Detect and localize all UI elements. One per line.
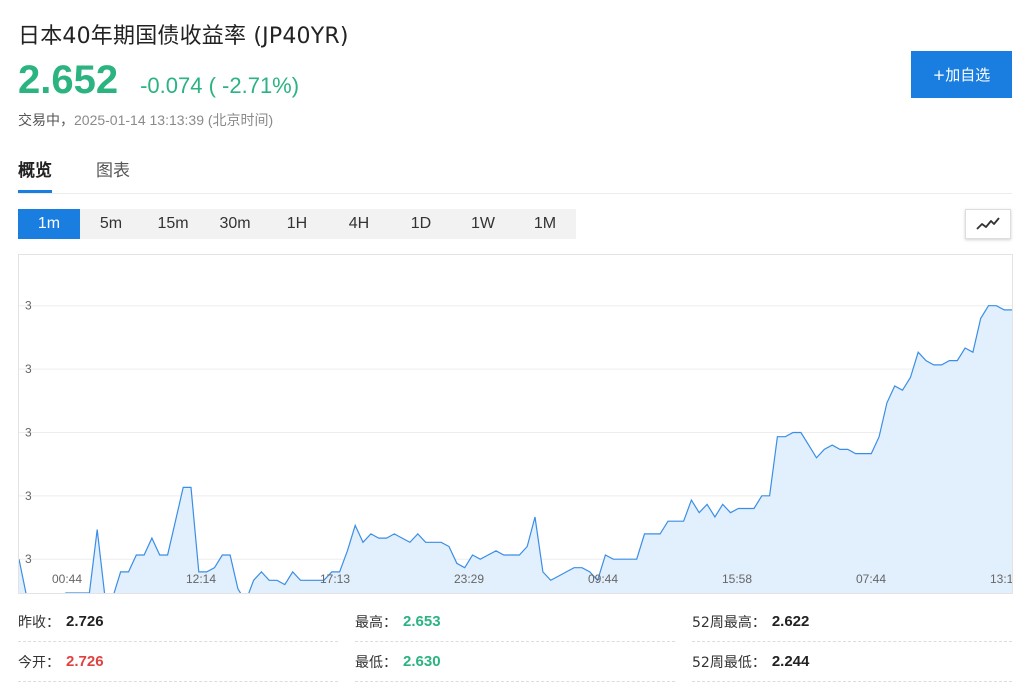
stat-value: 2.726 (66, 653, 104, 670)
trading-status: 交易中，2025-01-14 13:13:39 (北京时间) (18, 110, 273, 130)
y-tick-label: 3 (25, 362, 32, 376)
y-tick-label: 3 (25, 425, 32, 439)
period-1h[interactable]: 1H (266, 209, 328, 239)
y-tick-label: 3 (25, 299, 32, 313)
stat-label: 昨收： (18, 614, 60, 631)
stat-low: 最低： 2.630 (355, 642, 675, 682)
stat-value: 2.653 (403, 613, 441, 630)
period-1mo[interactable]: 1M (514, 209, 576, 239)
stat-open: 今开： 2.726 (18, 642, 338, 682)
chart-svg: 3 3 3 3 3 00:44 12:14 17:13 23:29 09:44 15:58 07:4… (19, 299, 1012, 593)
stat-52w-high: 52周最高： 2.622 (692, 602, 1012, 642)
x-tick-label: 09:44 (588, 572, 618, 586)
tab-bar: 概览 图表 (18, 156, 174, 193)
stat-high: 最高： 2.653 (355, 602, 675, 642)
x-tick-label: 17:13 (320, 572, 350, 586)
price-chart[interactable]: 3 3 3 3 3 00:44 12:14 17:13 23:29 09:44 15:58 07:4… (18, 254, 1013, 594)
price-row: 2.652 -0.074 ( -2.71%) (18, 58, 299, 103)
stat-label: 今开： (18, 654, 60, 671)
stat-label: 52周最高： (692, 614, 766, 631)
status-label: 交易中， (18, 113, 74, 129)
line-chart-icon (976, 217, 1000, 230)
period-1w[interactable]: 1W (452, 209, 514, 239)
page-title: 日本40年期国债收益率 (JP40YR) (18, 24, 349, 49)
stat-label: 最高： (355, 614, 397, 631)
tab-chart[interactable]: 图表 (96, 156, 130, 193)
stat-value: 2.630 (403, 653, 441, 670)
period-1m[interactable]: 1m (18, 209, 80, 239)
period-selector: 1m 5m 15m 30m 1H 4H 1D 1W 1M (18, 209, 576, 239)
chart-area-fill (19, 305, 1012, 593)
timestamp: 2025-01-14 13:13:39 (北京时间) (74, 112, 274, 128)
add-watchlist-button[interactable]: +加自选 (911, 51, 1012, 98)
tab-overview[interactable]: 概览 (18, 156, 52, 193)
chart-type-button[interactable] (965, 209, 1011, 239)
period-1d[interactable]: 1D (390, 209, 452, 239)
stat-52w-low: 52周最低： 2.244 (692, 642, 1012, 682)
x-tick-label: 07:44 (856, 572, 886, 586)
stat-prev-close: 昨收： 2.726 (18, 602, 338, 642)
stat-label: 52周最低： (692, 654, 766, 671)
period-30m[interactable]: 30m (204, 209, 266, 239)
x-tick-label: 15:58 (722, 572, 752, 586)
y-tick-label: 3 (25, 489, 32, 503)
stat-value: 2.726 (66, 613, 104, 630)
period-5m[interactable]: 5m (80, 209, 142, 239)
x-tick-label: 13:1 (990, 572, 1012, 586)
current-price: 2.652 (18, 58, 119, 102)
tab-divider (18, 193, 1012, 194)
x-tick-label: 23:29 (454, 572, 484, 586)
price-change: -0.074 ( -2.71%) (140, 73, 300, 98)
x-tick-label: 12:14 (186, 572, 216, 586)
period-4h[interactable]: 4H (328, 209, 390, 239)
y-tick-label: 3 (25, 552, 32, 566)
stat-label: 最低： (355, 654, 397, 671)
period-15m[interactable]: 15m (142, 209, 204, 239)
stat-value: 2.622 (771, 613, 810, 630)
x-tick-label: 00:44 (52, 572, 82, 586)
stat-value: 2.244 (771, 653, 810, 670)
